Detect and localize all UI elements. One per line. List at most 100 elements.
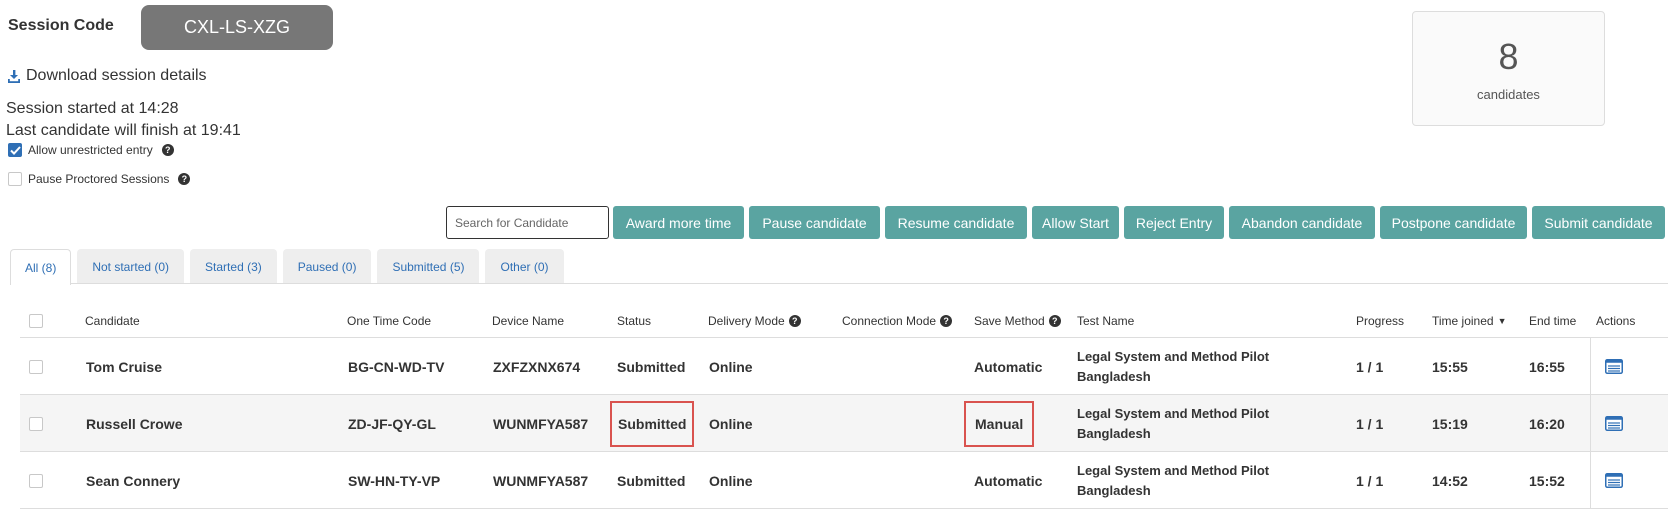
download-label: Download session details (26, 67, 207, 84)
col-status[interactable]: Status (617, 305, 651, 337)
col-delivery-mode[interactable]: Delivery Mode ? (708, 305, 801, 337)
cell-progress: 1 / 1 (1356, 358, 1384, 375)
tab-not-started[interactable]: Not started (0) (77, 249, 185, 284)
cell-one-time-code: BG-CN-WD-TV (348, 358, 445, 375)
cell-save-method-highlighted: Manual (964, 400, 1035, 447)
test-name-line2: Bangladesh (1077, 368, 1151, 384)
cell-end-time: 16:20 (1529, 415, 1565, 432)
submit-candidate-button[interactable]: Submit candidate (1532, 206, 1665, 239)
tab-paused[interactable]: Paused (0) (282, 249, 372, 284)
tab-other[interactable]: Other (0) (485, 249, 564, 284)
session-code-label: Session Code (8, 17, 114, 34)
table-row[interactable]: Russell Crowe ZD-JF-QY-GL WUNMFYA587 Sub… (20, 395, 1668, 452)
cell-device-name: WUNMFYA587 (493, 472, 589, 489)
cell-end-time: 16:55 (1529, 358, 1565, 375)
tab-started[interactable]: Started (3) (190, 249, 277, 284)
pause-proctored-label: Pause Proctored Sessions (28, 172, 170, 186)
test-name-line1: Legal System and Method Pilot (1077, 348, 1270, 364)
last-finish-text: Last candidate will finish at 19:41 (6, 122, 241, 139)
session-started-text: Session started at 14:28 (6, 100, 179, 117)
actions-divider (1590, 395, 1591, 452)
candidate-count-label: candidates (1477, 87, 1540, 102)
row-checkbox[interactable] (29, 416, 43, 431)
cell-test-name: Legal System and Method Pilot Bangladesh (1077, 338, 1307, 395)
col-progress[interactable]: Progress (1356, 305, 1404, 337)
test-name-line2: Bangladesh (1077, 482, 1151, 498)
help-icon[interactable]: ? (940, 315, 953, 327)
tab-submitted[interactable]: Submitted (5) (377, 249, 480, 284)
col-time-joined[interactable]: Time joined ▼ (1432, 305, 1507, 337)
cell-save-method: Automatic (974, 472, 1043, 489)
cell-status: Submitted (617, 472, 686, 489)
status-tabs: All (8) Not started (0) Started (3) Paus… (10, 249, 570, 285)
allow-unrestricted-checkbox[interactable] (8, 143, 22, 157)
help-icon[interactable]: ? (178, 173, 191, 185)
download-session-link[interactable]: Download session details (8, 67, 207, 85)
allow-unrestricted-row: Allow unrestricted entry ? (8, 143, 174, 157)
resume-candidate-button[interactable]: Resume candidate (885, 206, 1027, 239)
cell-one-time-code: ZD-JF-QY-GL (348, 415, 436, 432)
col-actions: Actions (1596, 314, 1636, 328)
select-all-checkbox[interactable] (29, 314, 43, 328)
row-checkbox[interactable] (29, 359, 43, 374)
table-row[interactable]: Sean Connery SW-HN-TY-VP WUNMFYA587 Subm… (20, 452, 1668, 509)
view-details-icon[interactable] (1605, 452, 1623, 509)
cell-save-method: Automatic (974, 358, 1043, 375)
test-name-line1: Legal System and Method Pilot (1077, 405, 1270, 421)
sort-desc-icon: ▼ (1497, 316, 1507, 326)
table-header: Candidate One Time Code Device Name Stat… (20, 305, 1668, 337)
cell-time-joined: 15:55 (1432, 358, 1468, 375)
allow-unrestricted-label: Allow unrestricted entry (28, 143, 153, 157)
col-connection-mode-label: Connection Mode (842, 314, 937, 328)
cell-candidate: Tom Cruise (86, 358, 162, 375)
col-delivery-mode-label: Delivery Mode (708, 314, 785, 328)
cell-delivery-mode: Online (709, 358, 753, 375)
table-row[interactable]: Tom Cruise BG-CN-WD-TV ZXFZXNX674 Submit… (20, 338, 1668, 395)
col-end-time[interactable]: End time (1529, 305, 1576, 337)
cell-time-joined: 15:19 (1432, 415, 1468, 432)
session-code-value: CXL-LS-XZG (141, 5, 333, 50)
actions-divider (1590, 452, 1591, 509)
award-more-time-button[interactable]: Award more time (613, 206, 744, 239)
view-details-icon[interactable] (1605, 338, 1623, 395)
help-icon[interactable]: ? (161, 144, 174, 156)
cell-status: Submitted (617, 358, 686, 375)
download-icon (8, 69, 20, 83)
actions-divider (1590, 338, 1591, 395)
cell-test-name: Legal System and Method Pilot Bangladesh (1077, 452, 1307, 509)
help-icon[interactable]: ? (1048, 315, 1061, 327)
search-candidate-input[interactable] (446, 206, 609, 239)
postpone-candidate-button[interactable]: Postpone candidate (1380, 206, 1527, 239)
allow-start-button[interactable]: Allow Start (1032, 206, 1119, 239)
help-icon[interactable]: ? (788, 315, 801, 327)
col-device-name[interactable]: Device Name (492, 305, 564, 337)
cell-one-time-code: SW-HN-TY-VP (348, 472, 441, 489)
test-name-line1: Legal System and Method Pilot (1077, 462, 1270, 478)
cell-status-highlighted: Submitted (610, 400, 695, 447)
pause-proctored-checkbox[interactable] (8, 172, 22, 186)
col-connection-mode[interactable]: Connection Mode ? (842, 305, 953, 337)
cell-time-joined: 14:52 (1432, 472, 1468, 489)
col-one-time-code[interactable]: One Time Code (347, 305, 431, 337)
cell-delivery-mode: Online (709, 472, 753, 489)
pause-proctored-row: Pause Proctored Sessions ? (8, 172, 191, 186)
cell-delivery-mode: Online (709, 415, 753, 432)
tab-all[interactable]: All (8) (10, 249, 72, 285)
cell-candidate: Sean Connery (86, 472, 181, 489)
test-name-line2: Bangladesh (1077, 425, 1151, 441)
cell-progress: 1 / 1 (1356, 472, 1384, 489)
candidate-count-number: 8 (1498, 36, 1519, 77)
col-candidate[interactable]: Candidate (85, 305, 140, 337)
col-save-method[interactable]: Save Method ? (974, 305, 1061, 337)
cell-end-time: 15:52 (1529, 472, 1565, 489)
view-details-icon[interactable] (1605, 395, 1623, 452)
row-checkbox[interactable] (29, 473, 43, 488)
col-test-name[interactable]: Test Name (1077, 305, 1134, 337)
pause-candidate-button[interactable]: Pause candidate (749, 206, 880, 239)
abandon-candidate-button[interactable]: Abandon candidate (1229, 206, 1375, 239)
cell-test-name: Legal System and Method Pilot Bangladesh (1077, 395, 1307, 452)
reject-entry-button[interactable]: Reject Entry (1124, 206, 1224, 239)
tab-divider (10, 283, 1668, 284)
check-icon (9, 145, 21, 155)
cell-device-name: ZXFZXNX674 (493, 358, 581, 375)
